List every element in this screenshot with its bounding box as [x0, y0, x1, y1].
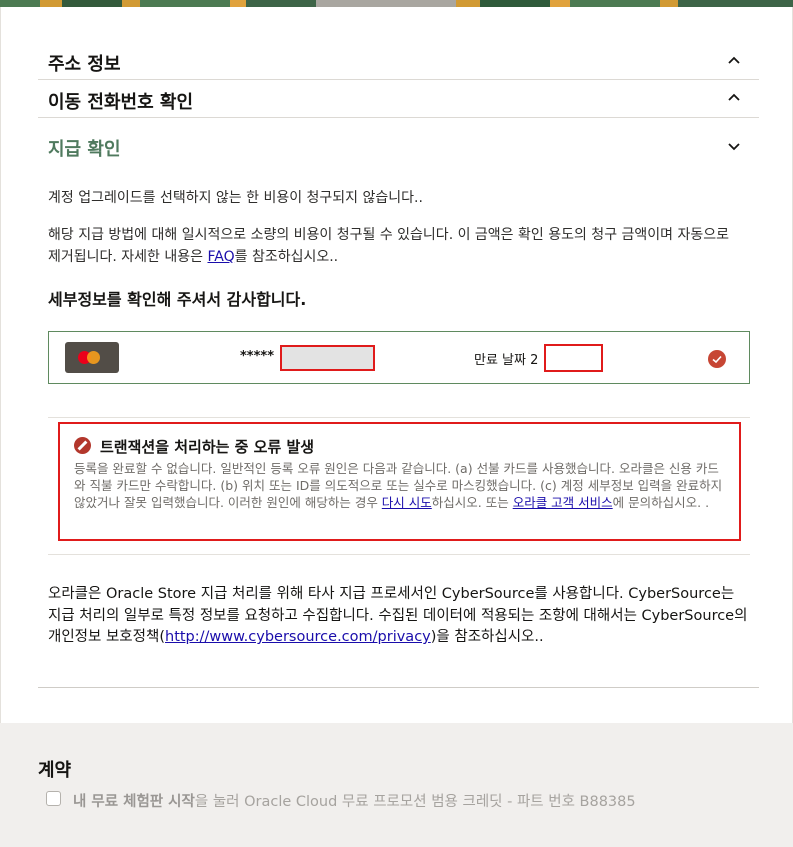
terms-checkbox-label-bold: 내 무료 체험판 시작	[73, 794, 195, 810]
section-mobile[interactable]: 이동 전화번호 확인	[38, 79, 759, 118]
divider	[38, 687, 759, 688]
section-payment[interactable]: 지급 확인	[38, 117, 759, 170]
payment-card-row[interactable]: ***** 만료 날짜 2	[48, 331, 750, 384]
customer-service-link[interactable]: 오라클 고객 서비스	[513, 495, 613, 510]
error-body: 등록을 완료할 수 없습니다. 일반적인 등록 오류 원인은 다음과 같습니다.…	[74, 460, 729, 511]
retry-link[interactable]: 다시 시도	[382, 495, 432, 510]
section-mobile-title: 이동 전화번호 확인	[48, 92, 194, 113]
header-banner-strip	[0, 0, 793, 7]
chevron-up-icon[interactable]	[725, 52, 743, 70]
check-circle-icon	[708, 350, 726, 368]
error-icon	[74, 437, 91, 454]
card-expiry: 만료 날짜 2	[474, 353, 539, 368]
mastercard-icon	[65, 342, 119, 373]
divider	[48, 417, 750, 418]
section-payment-title: 지급 확인	[48, 139, 121, 160]
card-expiry-redaction	[544, 344, 603, 372]
card-number-redaction	[280, 345, 375, 371]
terms-checkbox-label[interactable]: 내 무료 체험판 시작을 눌러 Oracle Cloud 무료 프로모션 범용 …	[73, 790, 636, 811]
faq-link[interactable]: FAQ	[207, 249, 234, 265]
cybersource-privacy-link[interactable]: http://www.cybersource.com/privacy	[165, 629, 431, 645]
section-address[interactable]: 주소 정보	[38, 42, 759, 80]
divider	[48, 554, 750, 555]
temporary-charge-text-end: 를 참조하십시오..	[234, 249, 339, 265]
cybersource-text-end: )을 참조하십시오..	[430, 629, 544, 645]
terms-checkbox[interactable]	[46, 791, 61, 806]
error-body-text-2: 하십시오. 또는	[431, 495, 513, 510]
terms-checkbox-label-rest: 을 눌러 Oracle Cloud 무료 프로모션 범용 크레딧 - 파트 번호…	[194, 794, 636, 810]
chevron-down-icon[interactable]	[725, 137, 743, 155]
temporary-charge-text: 해당 지급 방법에 대해 일시적으로 소량의 비용이 청구될 수 있습니다. 이…	[48, 227, 730, 265]
cybersource-notice: 오라클은 Oracle Store 지급 처리를 위해 타사 지급 프로세서인 …	[48, 584, 748, 649]
no-charge-notice: 계정 업그레이드를 선택하지 않는 한 비용이 청구되지 않습니다..	[48, 190, 423, 206]
chevron-up-icon[interactable]	[725, 89, 743, 107]
error-title: 트랜잭션을 처리하는 중 오류 발생	[100, 438, 315, 456]
section-address-title: 주소 정보	[48, 54, 121, 75]
temporary-charge-notice: 해당 지급 방법에 대해 일시적으로 소량의 비용이 청구될 수 있습니다. 이…	[48, 224, 738, 268]
card-number-mask: *****	[240, 349, 274, 364]
error-body-text-3: 에 문의하십시오. .	[612, 495, 710, 510]
contract-title: 계약	[38, 760, 72, 781]
error-alert: 트랜잭션을 처리하는 중 오류 발생 등록을 완료할 수 없습니다. 일반적인 …	[58, 422, 741, 541]
confirm-heading: 세부정보를 확인해 주셔서 감사합니다.	[48, 290, 307, 309]
form-card: 주소 정보 이동 전화번호 확인 지급 확인 계정 업그레이드를 선택하지 않는…	[0, 7, 793, 723]
contract-section: 계약 내 무료 체험판 시작을 눌러 Oracle Cloud 무료 프로모션 …	[0, 723, 793, 847]
